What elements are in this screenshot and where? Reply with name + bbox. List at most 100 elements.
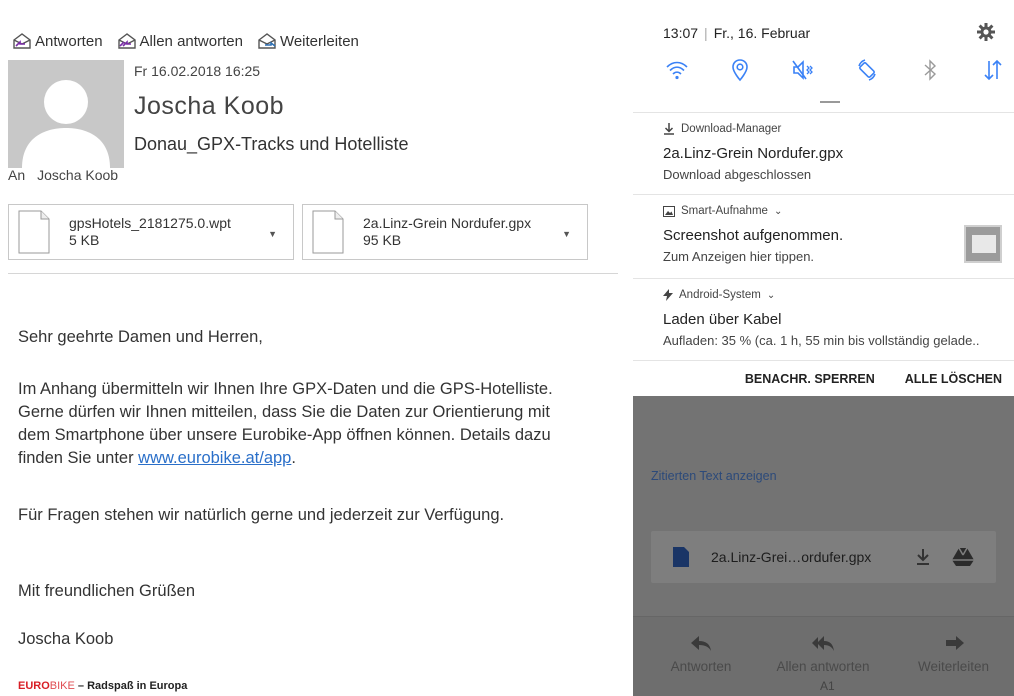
email-reading-pane: Antworten Allen antworten Weiterleiten F…: [0, 0, 632, 696]
file-icon: [312, 210, 344, 254]
lightning-icon: [663, 289, 673, 301]
gmail-reply-all-button[interactable]: Allen antworten: [768, 633, 878, 674]
paragraph-line: Gerne dürfen wir Ihnen mitteilen, dass S…: [18, 403, 550, 421]
quoted-text-link[interactable]: Zitierten Text anzeigen: [651, 469, 777, 483]
status-date: Fr., 16. Februar: [713, 25, 811, 41]
brand-bike: BIKE: [49, 680, 75, 692]
document-icon: [673, 547, 689, 567]
brand-tagline: – Radspaß in Europa: [77, 680, 188, 692]
auto-rotate-icon[interactable]: [855, 58, 879, 82]
mail-subject: Donau_GPX-Tracks und Hotelliste: [134, 134, 409, 154]
attachment-text: gpsHotels_2181275.0.wpt 5 KB: [69, 215, 231, 249]
reply-all-label: Allen antworten: [139, 32, 243, 50]
notification-actions: BENACHR. SPERREN ALLE LÖSCHEN: [633, 360, 1014, 396]
carrier-label: A1: [820, 679, 835, 693]
mail-recipient: An Joscha Koob: [8, 167, 118, 183]
reply-all-icon: [117, 33, 136, 49]
gmail-attachment-chip[interactable]: 2a.Linz-Grei…ordufer.gpx: [651, 531, 996, 583]
brand-euro: EURO: [18, 680, 50, 692]
notification-title: Screenshot aufgenommen.: [663, 227, 844, 244]
paragraph-line: dem Smartphone über unsere Eurobike-App …: [18, 426, 551, 444]
attachment-size: 95 KB: [363, 232, 402, 248]
gmail-reply-button[interactable]: Antworten: [661, 633, 741, 674]
attachment-name: gpsHotels_2181275.0.wpt: [69, 215, 231, 231]
notification-app: Smart-Aufnahme ⌄: [663, 203, 1014, 219]
gmail-reply-all-label: Allen antworten: [776, 659, 870, 674]
mail-greeting: Sehr geehrte Damen und Herren,: [18, 328, 263, 346]
sender-avatar: [8, 60, 124, 168]
notification-app: Download-Manager: [663, 121, 1014, 137]
separator: |: [704, 25, 708, 41]
wifi-icon[interactable]: [665, 58, 689, 82]
attachment-item[interactable]: 2a.Linz-Grein Nordufer.gpx 95 KB ▼: [302, 204, 588, 260]
mail-date: Fr 16.02.2018 16:25: [134, 63, 261, 79]
quick-settings-panel: 13:07 | Fr., 16. Februar: [633, 0, 1014, 112]
notification-app-name: Smart-Aufnahme: [681, 205, 768, 217]
attachment-list: gpsHotels_2181275.0.wpt 5 KB ▼ 2a.Linz-G…: [8, 204, 588, 260]
paragraph-line: Im Anhang übermitteln wir Ihnen Ihre GPX…: [18, 380, 553, 398]
notification-title: 2a.Linz-Grein Nordufer.gpx: [663, 145, 844, 162]
forward-button[interactable]: Weiterleiten: [257, 32, 359, 50]
download-icon[interactable]: [914, 547, 932, 567]
notification-text: Aufladen: 35 % (ca. 1 h, 55 min bis voll…: [663, 333, 980, 348]
notification-charging[interactable]: Android-System ⌄ Laden über Kabel Auflad…: [633, 278, 1014, 360]
drag-handle[interactable]: [820, 101, 840, 103]
notification-app: Android-System ⌄: [663, 287, 1014, 303]
bluetooth-icon[interactable]: [918, 58, 942, 82]
block-notifications-button[interactable]: BENACHR. SPERREN: [745, 372, 875, 386]
attachment-size: 5 KB: [69, 232, 100, 248]
attachment-text: 2a.Linz-Grein Nordufer.gpx 95 KB: [363, 215, 531, 249]
mail-paragraph-2: Für Fragen stehen wir natürlich gerne un…: [18, 506, 505, 524]
attachment-item[interactable]: gpsHotels_2181275.0.wpt 5 KB ▼: [8, 204, 294, 260]
link-prefix: finden Sie unter: [18, 449, 139, 467]
mail-paragraph-1: Im Anhang übermitteln wir Ihnen Ihre GPX…: [18, 378, 618, 470]
reply-all-icon: [812, 636, 834, 651]
mail-closing: Mit freundlichen Grüßen: [18, 582, 195, 600]
gmail-forward-button[interactable]: Weiterleiten: [901, 633, 1006, 674]
notification-screenshot[interactable]: Smart-Aufnahme ⌄ Screenshot aufgenommen.…: [633, 194, 1014, 278]
screenshot-thumbnail[interactable]: [964, 225, 1002, 263]
reply-icon: [13, 33, 31, 49]
android-screen: Zitierten Text anzeigen 2a.Linz-Grei…ord…: [633, 0, 1014, 696]
forward-icon: [258, 33, 276, 49]
link-suffix: .: [291, 449, 296, 467]
status-datetime: 13:07 | Fr., 16. Februar: [663, 25, 810, 41]
gmail-reply-label: Antworten: [670, 659, 732, 674]
notification-download[interactable]: Download-Manager 2a.Linz-Grein Nordufer.…: [633, 112, 1014, 194]
notification-app-name: Download-Manager: [681, 123, 782, 135]
notification-app-name: Android-System: [679, 289, 761, 301]
chevron-down-icon[interactable]: ▼: [562, 229, 571, 239]
drive-icon[interactable]: [952, 547, 974, 567]
notification-text: Download abgeschlossen: [663, 167, 812, 182]
image-icon: [663, 205, 675, 217]
location-icon[interactable]: [728, 58, 752, 82]
forward-icon: [945, 636, 964, 650]
reply-all-button[interactable]: Allen antworten: [117, 32, 243, 50]
header-divider: [8, 273, 618, 274]
gmail-bottom-actions: Antworten Allen antworten Weiterleiten A…: [633, 616, 1014, 696]
email-toolbar: Antworten Allen antworten Weiterleiten: [12, 32, 359, 50]
data-icon[interactable]: [981, 58, 1005, 82]
notification-text: Zum Anzeigen hier tippen.: [663, 249, 815, 264]
reply-icon: [691, 636, 711, 651]
reply-label: Antworten: [35, 32, 103, 50]
signature-brand: EUROBIKE – Radspaß in Europa: [18, 680, 187, 692]
status-time: 13:07: [663, 25, 699, 41]
file-icon: [18, 210, 50, 254]
chevron-down-icon[interactable]: ⌄: [774, 206, 782, 217]
to-name: Joscha Koob: [37, 167, 119, 183]
person-icon: [8, 60, 124, 168]
clear-all-button[interactable]: ALLE LÖSCHEN: [905, 372, 1002, 386]
quick-settings-toggles: [665, 58, 1005, 82]
mute-icon[interactable]: [791, 58, 815, 82]
download-icon: [664, 123, 674, 135]
eurobike-app-link[interactable]: www.eurobike.at/app: [138, 449, 291, 467]
chevron-down-icon[interactable]: ▼: [268, 229, 277, 239]
thumbnail-preview: [972, 235, 996, 253]
gmail-forward-label: Weiterleiten: [917, 659, 990, 674]
gear-icon[interactable]: [976, 22, 996, 42]
mail-signature-name: Joscha Koob: [18, 630, 114, 648]
reply-button[interactable]: Antworten: [12, 32, 103, 50]
chevron-down-icon[interactable]: ⌄: [767, 290, 775, 301]
forward-label: Weiterleiten: [279, 32, 359, 50]
